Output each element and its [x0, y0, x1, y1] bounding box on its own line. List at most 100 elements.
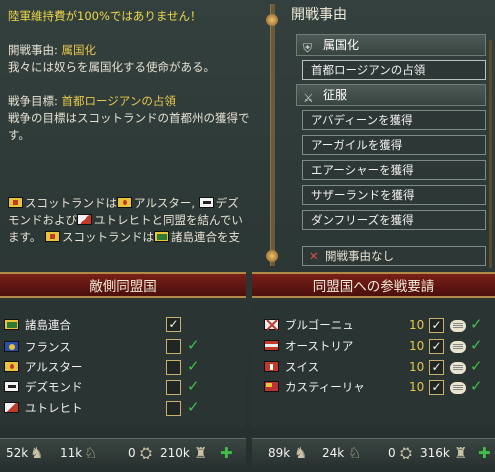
burgundy-flag-icon: [264, 319, 279, 330]
war-description: 陸軍維持費が100%ではありません！ 開戦事由: 属国化 我々には奴らを属国化す…: [8, 8, 270, 246]
austria-flag-icon: [264, 340, 279, 351]
infantry-count: 52k: [6, 446, 29, 460]
call-ally-row: オーストリア: [264, 336, 353, 356]
check-icon: ✓: [470, 357, 483, 375]
expand-icon[interactable]: ✚: [478, 444, 491, 462]
expand-icon[interactable]: ✚: [220, 444, 233, 462]
alliance-line-3: ます。 スコットランドは 諸島連合を支: [8, 230, 241, 244]
call-ally-checkbox[interactable]: ✓: [429, 318, 444, 333]
crossed-swords-icon: ⚔: [303, 91, 314, 105]
call-ally-checkbox[interactable]: ✓: [429, 339, 444, 354]
cb-item[interactable]: サザーランドを獲得: [302, 185, 486, 205]
alliance-line-2: モンドおよび ユトレヒトと同盟を結んでい: [8, 213, 243, 227]
close-icon: ✕: [309, 249, 319, 263]
cb-line: 開戦事由: 属国化: [8, 43, 97, 57]
divider-knob-icon: [266, 14, 278, 26]
ulster-flag-icon: [4, 361, 19, 372]
cavalry-icon: ♘: [84, 444, 98, 462]
enemy-ally-row: フランス: [4, 337, 71, 357]
infantry-icon: ♞: [294, 444, 308, 462]
swiss-flag-icon: [264, 361, 279, 372]
cb-item[interactable]: ダンフリーズを獲得: [302, 210, 486, 230]
ally-value: 10: [409, 339, 425, 353]
castile-flag-icon: [264, 381, 279, 392]
scotland-flag-icon: [45, 231, 61, 242]
enemy-ally-row: ユトレヒト: [4, 398, 83, 418]
cb-panel-title: 開戦事由: [291, 7, 347, 23]
cb-item[interactable]: アバディーンを獲得: [302, 110, 486, 130]
utrecht-flag-icon: [77, 214, 92, 225]
utrecht-flag-icon: [4, 402, 19, 413]
enemy-ally-row: デズモンド: [4, 377, 83, 397]
vassal-icon: ⛨: [303, 41, 313, 55]
divider-knob-icon: [266, 250, 278, 262]
enemy-ally-row: アルスター: [4, 357, 82, 377]
enemy-ally-checkbox[interactable]: [166, 339, 181, 354]
check-icon: ✓: [187, 377, 200, 395]
isles-flag-icon: [154, 231, 170, 242]
ships-count: 210k: [160, 446, 190, 460]
army-maintenance-warning: 陸軍維持費が100%ではありません！: [8, 9, 202, 23]
artillery-icon: ⛭: [140, 444, 153, 462]
call-ally-row: ブルゴーニュ: [264, 315, 354, 335]
artillery-icon: ⛭: [400, 444, 413, 462]
alliance-line-1: スコットランドは アルスター, デズ: [8, 195, 270, 212]
check-icon: ✓: [187, 336, 200, 354]
cb-name: 属国化: [61, 43, 97, 57]
enemy-ally-checkbox[interactable]: [166, 360, 181, 375]
infantry-count: 89k: [268, 446, 291, 460]
speech-bubble-icon: [450, 362, 466, 374]
call-ally-checkbox[interactable]: ✓: [429, 360, 444, 375]
isles-flag-icon: [4, 319, 19, 330]
ulster-flag-icon: [117, 197, 132, 208]
call-ally-checkbox[interactable]: ✓: [429, 380, 444, 395]
cb-description: 我々には奴らを属国化する使命がある。: [8, 60, 215, 74]
war-goal-line: 戦争目標: 首都ロージアンの占領: [8, 94, 176, 108]
no-cb-button[interactable]: ✕ 開戦事由なし: [302, 246, 486, 266]
artillery-count: 0: [128, 446, 136, 460]
speech-bubble-icon: [450, 382, 466, 394]
call-ally-row: スイス: [264, 357, 319, 377]
call-ally-row: カスティーリャ: [264, 377, 365, 397]
panel-divider: [270, 4, 275, 266]
cb-item[interactable]: エアーシャーを獲得: [302, 160, 486, 180]
check-icon: ✓: [470, 377, 483, 395]
cb-category-label: 征服: [323, 88, 348, 102]
ally-value: 10: [409, 380, 425, 394]
speech-bubble-icon: [450, 341, 466, 353]
ships-count: 316k: [420, 446, 450, 460]
cb-item-capital[interactable]: 首都ロージアンの占領: [302, 60, 486, 80]
cavalry-icon: ♘: [348, 444, 362, 462]
war-goal-description: 戦争の目標はスコットランドの首都州の獲得で: [8, 111, 250, 125]
infantry-icon: ♞: [30, 444, 44, 462]
enemy-allies-header: 敵側同盟国: [0, 272, 246, 298]
cb-category-vassalize[interactable]: ⛨ 属国化: [296, 34, 486, 56]
cb-item[interactable]: アーガイルを獲得: [302, 135, 486, 155]
war-goal-description-cont: す。: [8, 128, 30, 142]
speech-bubble-icon: [450, 320, 466, 332]
cb-scrollbar[interactable]: [489, 40, 492, 268]
ally-value: 10: [409, 360, 425, 374]
france-flag-icon: [4, 341, 19, 352]
declare-war-dialog: 陸軍維持費が100%ではありません！ 開戦事由: 属国化 我々には奴らを属国化す…: [0, 0, 495, 472]
check-icon: ✓: [470, 315, 483, 333]
fort-icon: ♜: [454, 444, 468, 462]
check-icon: ✓: [187, 357, 200, 375]
artillery-count: 0: [388, 446, 396, 460]
cb-category-conquest[interactable]: ⚔ 征服: [296, 84, 486, 106]
desmond-flag-icon: [198, 197, 214, 208]
check-icon: ✓: [470, 336, 483, 354]
enemy-ally-checkbox[interactable]: [166, 401, 181, 416]
cavalry-count: 11k: [60, 446, 83, 460]
enemy-ally-checkbox[interactable]: [166, 380, 181, 395]
check-icon: ✓: [187, 398, 200, 416]
no-cb-label: 開戦事由なし: [325, 249, 394, 263]
desmond-flag-icon: [4, 381, 19, 392]
ally-value: 10: [409, 318, 425, 332]
enemy-ally-checkbox[interactable]: ✓: [166, 317, 181, 332]
cavalry-count: 24k: [322, 446, 345, 460]
call-allies-header: 同盟国への参戦要請: [252, 272, 495, 298]
scotland-flag-icon: [8, 197, 23, 208]
fort-icon: ♜: [194, 444, 208, 462]
cb-category-label: 属国化: [323, 38, 360, 52]
